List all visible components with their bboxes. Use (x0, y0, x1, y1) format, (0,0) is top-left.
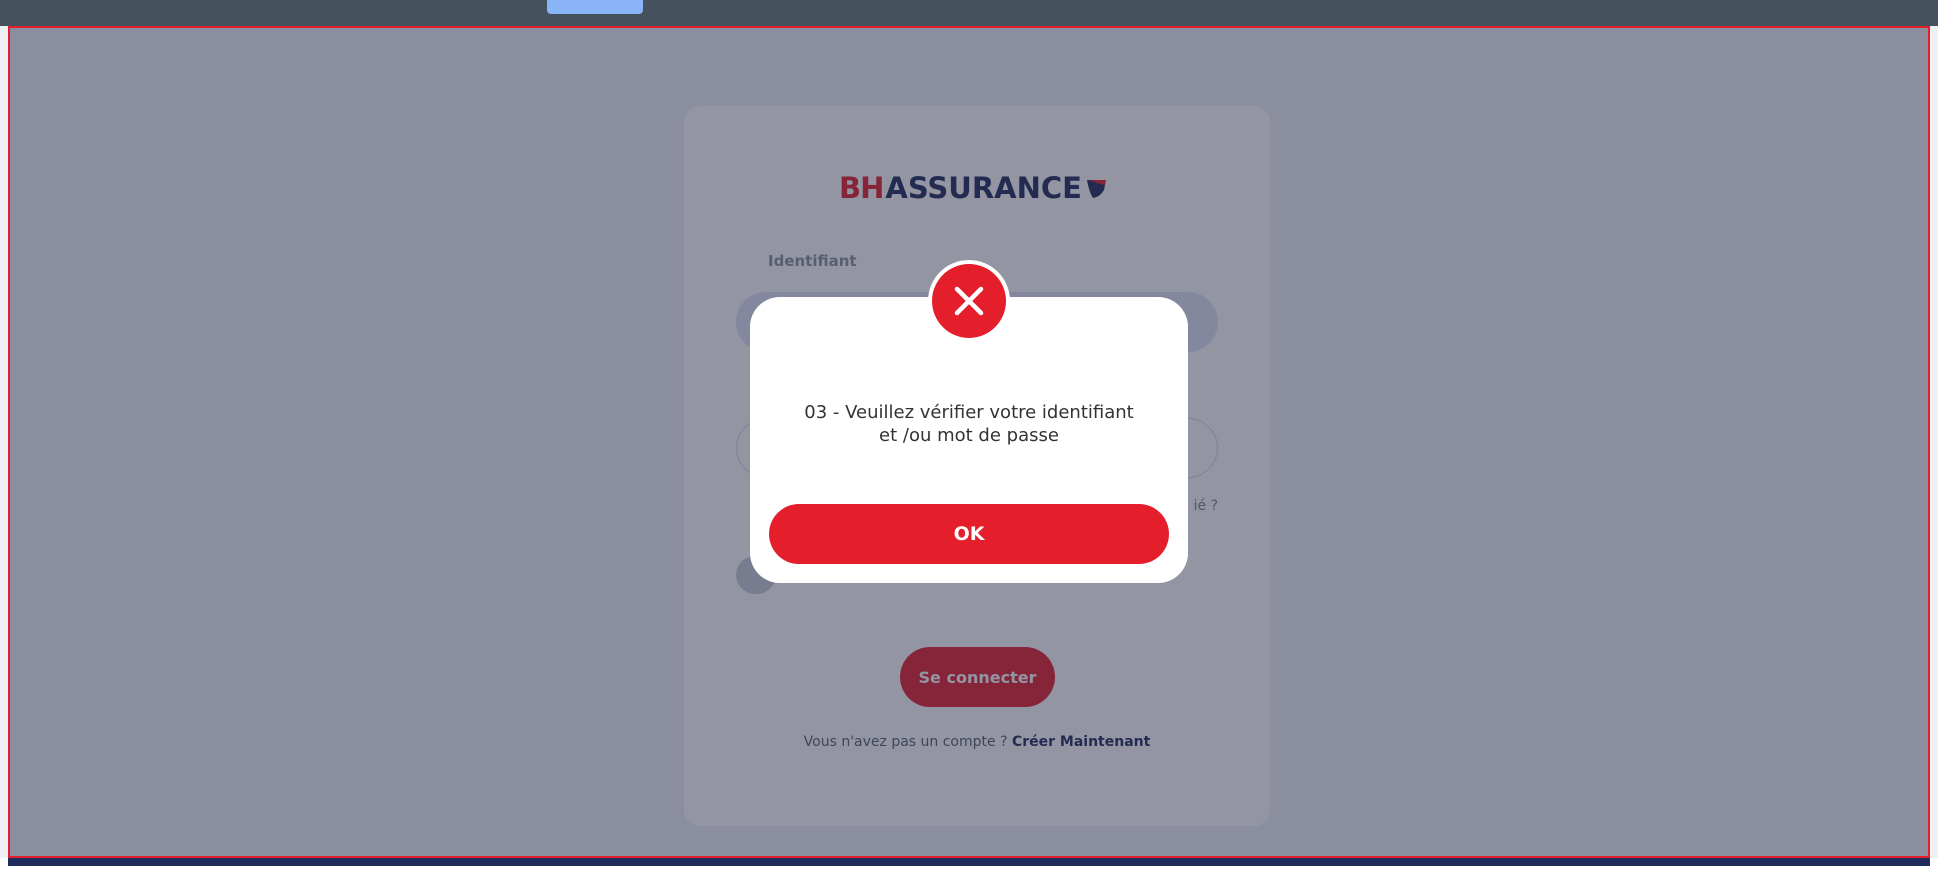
error-message: 03 - Veuillez vérifier votre identifiant… (804, 402, 1134, 446)
footer-bar (8, 858, 1930, 866)
top-bar-button[interactable] (547, 0, 643, 14)
error-icon-circle (932, 264, 1006, 338)
ok-button[interactable]: OK (769, 504, 1169, 564)
top-bar (0, 0, 1938, 26)
close-icon (954, 286, 984, 316)
error-icon-badge (928, 260, 1010, 342)
